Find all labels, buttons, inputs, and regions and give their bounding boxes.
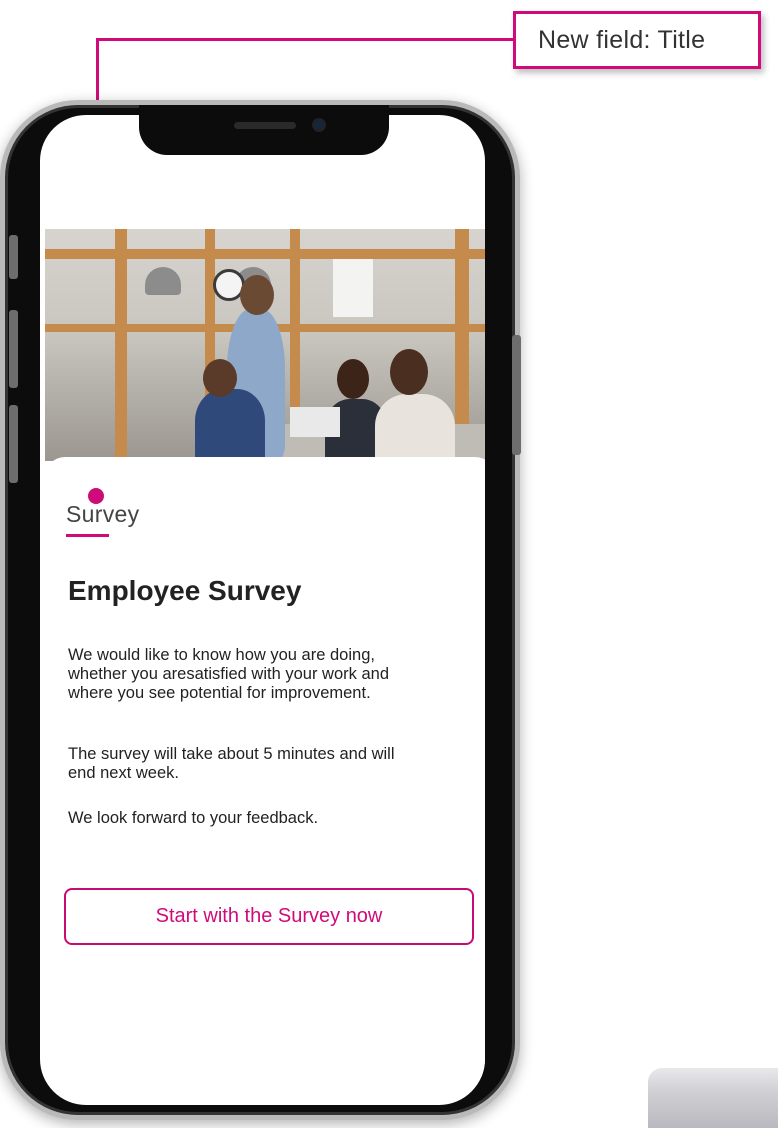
- power-button: [512, 335, 521, 455]
- volume-down-button: [9, 405, 18, 483]
- duration-paragraph: The survey will take about 5 minutes and…: [68, 745, 395, 782]
- phone-notch: [139, 105, 389, 155]
- new-field-callout: New field: Title: [513, 11, 761, 69]
- phone-frame: Survey Employee Survey We would like to …: [0, 100, 521, 1120]
- callout-label: New field: Title: [538, 25, 706, 54]
- category-underline: [66, 534, 109, 537]
- survey-card: Survey Employee Survey We would like to …: [45, 457, 485, 1077]
- speaker-grille: [234, 122, 296, 129]
- callout-connector-horizontal: [96, 38, 514, 41]
- background-device: [648, 1068, 778, 1128]
- volume-up-button: [9, 310, 18, 388]
- phone-screen: Survey Employee Survey We would like to …: [40, 115, 485, 1105]
- closing-paragraph: We look forward to your feedback.: [68, 809, 319, 827]
- intro-paragraph: We would like to know how you are doing,…: [68, 646, 389, 702]
- hero-image: [45, 229, 485, 461]
- start-survey-button[interactable]: Start with the Survey now: [64, 888, 474, 945]
- front-camera-icon: [314, 120, 324, 130]
- callout-anchor-dot: [88, 488, 104, 504]
- category-label: Survey: [66, 501, 140, 527]
- survey-title: Employee Survey: [68, 575, 302, 606]
- mute-switch: [9, 235, 18, 279]
